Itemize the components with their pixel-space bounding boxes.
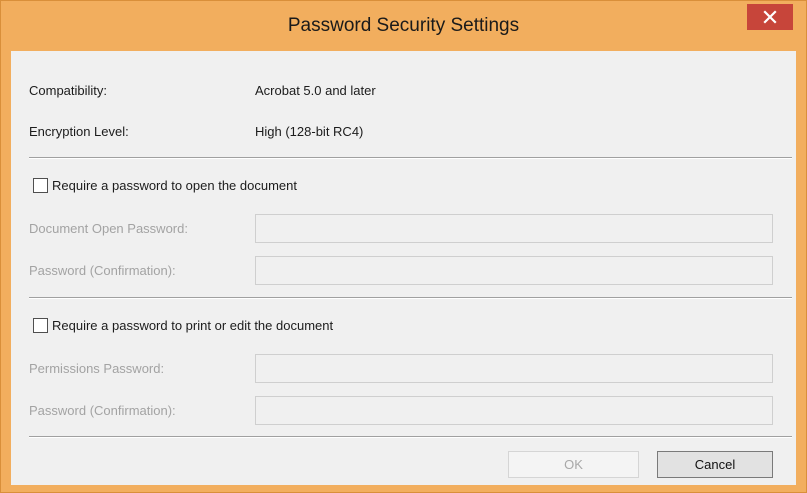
require-permissions-password-checkbox[interactable] xyxy=(33,318,48,333)
password-security-dialog: Password Security Settings Compatibility… xyxy=(0,0,807,493)
separator xyxy=(29,436,792,438)
cancel-button[interactable]: Cancel xyxy=(657,451,773,478)
encryption-level-label: Encryption Level: xyxy=(29,124,129,139)
close-icon xyxy=(763,10,777,24)
require-permissions-password-label[interactable]: Require a password to print or edit the … xyxy=(52,318,333,333)
separator xyxy=(29,157,792,159)
require-open-password-checkbox[interactable] xyxy=(33,178,48,193)
permissions-password-confirmation-label: Password (Confirmation): xyxy=(29,403,176,418)
compatibility-label: Compatibility: xyxy=(29,83,108,98)
title-bar[interactable]: Password Security Settings xyxy=(1,1,806,51)
permissions-password-confirmation-field[interactable] xyxy=(255,396,773,425)
compatibility-value: Acrobat 5.0 and later xyxy=(255,83,376,98)
document-open-password-label: Document Open Password: xyxy=(29,221,188,236)
dialog-title: Password Security Settings xyxy=(287,15,520,36)
document-open-password-field[interactable] xyxy=(255,214,773,243)
open-password-confirmation-label: Password (Confirmation): xyxy=(29,263,176,278)
permissions-password-label: Permissions Password: xyxy=(29,361,165,376)
dialog-body: Compatibility: Acrobat 5.0 and later Enc… xyxy=(11,51,796,485)
close-button[interactable] xyxy=(747,4,793,30)
separator xyxy=(29,297,792,299)
encryption-level-value: High (128-bit RC4) xyxy=(255,124,364,139)
open-password-confirmation-field[interactable] xyxy=(255,256,773,285)
ok-button[interactable]: OK xyxy=(508,451,639,478)
permissions-password-field[interactable] xyxy=(255,354,773,383)
require-open-password-label[interactable]: Require a password to open the document xyxy=(52,178,297,193)
